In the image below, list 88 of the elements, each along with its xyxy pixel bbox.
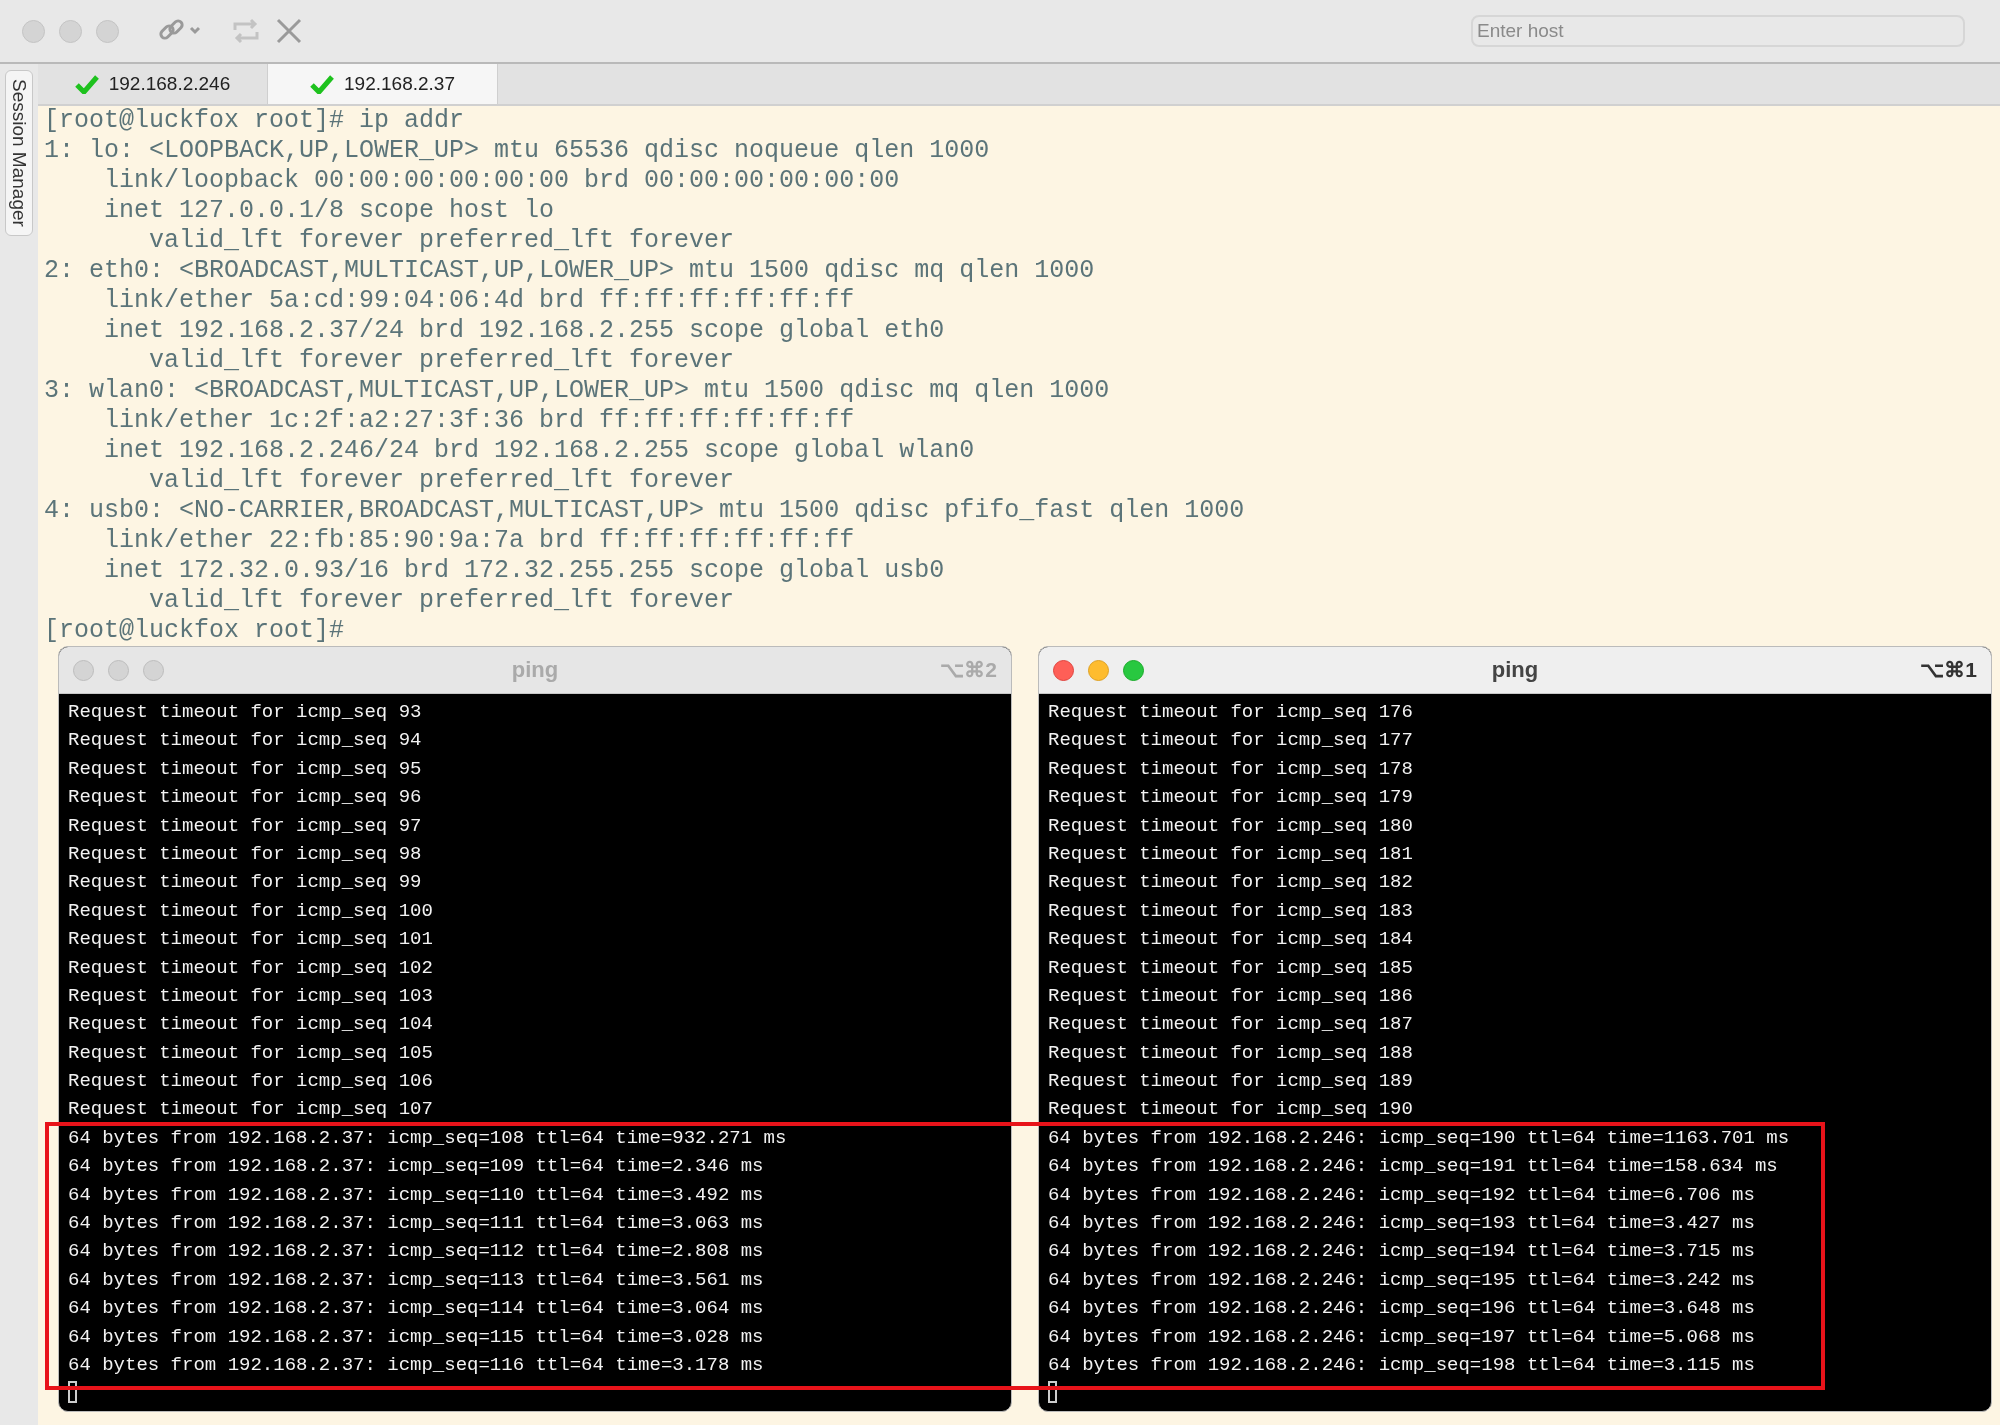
output-line: 64 bytes from 192.168.2.246: icmp_seq=197 ttl=64 time=5.068 ms	[1048, 1324, 1756, 1350]
output-line: Request timeout for icmp_seq 96	[68, 785, 423, 811]
output-line: 64 bytes from 192.168.2.246: icmp_seq=191 ttl=64 time=158.634 ms	[1048, 1154, 1779, 1180]
output-line: Request timeout for icmp_seq 107	[68, 1097, 434, 1123]
output-line: Request timeout for icmp_seq 177	[1048, 728, 1414, 754]
terminal-line: link/ether 22:fb:85:90:9a:7a brd ff:ff:ff:ff:ff:ff	[103, 526, 856, 556]
output-line: 64 bytes from 192.168.2.37: icmp_seq=115 ttl=64 time=3.028 ms	[68, 1324, 765, 1350]
terminal-line: 2: eth0: <BROADCAST,MULTICAST,UP,LOWER_UP> mtu 1500 qdisc mq qlen 1000	[44, 256, 1096, 286]
shortcut-label: ⌥⌘2	[940, 658, 997, 682]
host-field[interactable]: Enter host	[1471, 15, 1965, 47]
output-line: Request timeout for icmp_seq 190	[1048, 1097, 1414, 1123]
close-button[interactable]	[1053, 659, 1074, 681]
output-line: 64 bytes from 192.168.2.246: icmp_seq=194 ttl=64 time=3.715 ms	[1048, 1239, 1756, 1265]
output-line: 64 bytes from 192.168.2.37: icmp_seq=111 ttl=64 time=3.063 ms	[68, 1211, 765, 1237]
output-line: Request timeout for icmp_seq 179	[1048, 785, 1414, 811]
output-line: 64 bytes from 192.168.2.246: icmp_seq=190 ttl=64 time=1163.701 ms	[1048, 1125, 1791, 1151]
output-line: Request timeout for icmp_seq 178	[1048, 756, 1414, 782]
close-icon[interactable]	[275, 17, 303, 45]
minimize-button[interactable]	[1088, 659, 1109, 681]
output-line: Request timeout for icmp_seq 187	[1048, 1012, 1414, 1038]
output-line: Request timeout for icmp_seq 101	[68, 927, 434, 953]
output-line: Request timeout for icmp_seq 103	[68, 983, 434, 1009]
output-line: 64 bytes from 192.168.2.37: icmp_seq=108 ttl=64 time=932.271 ms	[68, 1125, 788, 1151]
terminal-line: valid_lft forever preferred_lft forever	[148, 346, 736, 376]
output-line: 64 bytes from 192.168.2.37: icmp_seq=113 ttl=64 time=3.561 ms	[68, 1267, 765, 1293]
output-line: 64 bytes from 192.168.2.37: icmp_seq=110 ttl=64 time=3.492 ms	[68, 1182, 765, 1208]
output-line: Request timeout for icmp_seq 182	[1048, 870, 1414, 896]
output-line: Request timeout for icmp_seq 94	[68, 728, 423, 754]
output-line: 64 bytes from 192.168.2.246: icmp_seq=195 ttl=64 time=3.242 ms	[1048, 1267, 1756, 1293]
terminal-line: link/loopback 00:00:00:00:00:00 brd 00:00:00:00:00:00	[103, 166, 901, 196]
output-line: Request timeout for icmp_seq 93	[68, 700, 423, 725]
output-line: 64 bytes from 192.168.2.37: icmp_seq=116 ttl=64 time=3.178 ms	[68, 1353, 765, 1378]
output-line: 64 bytes from 192.168.2.246: icmp_seq=192 ttl=64 time=6.706 ms	[1048, 1182, 1756, 1208]
terminal-line: 3: wlan0: <BROADCAST,MULTICAST,UP,LOWER_UP> mtu 1500 qdisc mq qlen 1000	[44, 376, 1111, 406]
output-line: Request timeout for icmp_seq 176	[1048, 700, 1414, 725]
terminal-line: inet 192.168.2.37/24 brd 192.168.2.255 scope global eth0	[103, 316, 946, 346]
window-title: ping	[1491, 657, 1539, 683]
close-button[interactable]	[73, 659, 94, 681]
terminal-line: [root@luckfox root]#	[44, 616, 346, 646]
output-line: 64 bytes from 192.168.2.246: icmp_seq=198 ttl=64 time=3.115 ms	[1048, 1353, 1756, 1378]
terminal-line: valid_lft forever preferred_lft forever	[148, 226, 736, 256]
zoom-button[interactable]	[1123, 659, 1144, 681]
repeat-icon[interactable]	[231, 16, 261, 46]
window-title: ping	[511, 657, 559, 683]
output-line: Request timeout for icmp_seq 99	[68, 870, 423, 896]
output-line: Request timeout for icmp_seq 102	[68, 955, 434, 981]
output-line: Request timeout for icmp_seq 97	[68, 813, 423, 839]
text-cursor	[68, 1381, 77, 1404]
output-line: Request timeout for icmp_seq 98	[68, 841, 423, 867]
session-tab[interactable]: 192.168.2.37	[268, 64, 498, 104]
output-line: Request timeout for icmp_seq 100	[68, 898, 434, 924]
text-cursor	[1048, 1381, 1057, 1404]
terminal-line: link/ether 5a:cd:99:04:06:4d brd ff:ff:ff:ff:ff:ff	[103, 286, 856, 316]
output-line: Request timeout for icmp_seq 188	[1048, 1040, 1414, 1066]
zoom-button[interactable]	[143, 659, 164, 681]
output-line: Request timeout for icmp_seq 186	[1048, 983, 1414, 1009]
output-line: 64 bytes from 192.168.2.246: icmp_seq=193 ttl=64 time=3.427 ms	[1048, 1211, 1756, 1237]
terminal-line: [root@luckfox root]# ip addr	[44, 106, 466, 136]
terminal-line: 4: usb0: <NO-CARRIER,BROADCAST,MULTICAST,UP> mtu 1500 qdisc pfifo_fast qlen 1000	[44, 496, 1246, 526]
output-line: Request timeout for icmp_seq 95	[68, 756, 423, 782]
terminal-line: inet 192.168.2.246/24 brd 192.168.2.255 scope global wlan0	[103, 436, 976, 466]
output-line: Request timeout for icmp_seq 183	[1048, 898, 1414, 924]
terminal-line: valid_lft forever preferred_lft forever	[148, 586, 736, 616]
output-line: Request timeout for icmp_seq 189	[1048, 1069, 1414, 1095]
output-line: 64 bytes from 192.168.2.37: icmp_seq=112 ttl=64 time=2.808 ms	[68, 1239, 765, 1265]
output-line: Request timeout for icmp_seq 104	[68, 1012, 434, 1038]
terminal-line: inet 172.32.0.93/16 brd 172.32.255.255 scope global usb0	[103, 556, 946, 586]
terminal-line: inet 127.0.0.1/8 scope host lo	[103, 196, 556, 226]
output-line: Request timeout for icmp_seq 181	[1048, 841, 1414, 867]
checkmark-icon	[74, 74, 99, 94]
terminal-line: 1: lo: <LOOPBACK,UP,LOWER_UP> mtu 65536 qdisc noqueue qlen 1000	[44, 136, 991, 166]
output-line: Request timeout for icmp_seq 185	[1048, 955, 1414, 981]
output-line: Request timeout for icmp_seq 180	[1048, 813, 1414, 839]
shortcut-label: ⌥⌘1	[1920, 658, 1977, 682]
output-line: Request timeout for icmp_seq 106	[68, 1069, 434, 1095]
output-line: 64 bytes from 192.168.2.246: icmp_seq=196 ttl=64 time=3.648 ms	[1048, 1296, 1756, 1322]
minimize-button[interactable]	[108, 659, 129, 681]
zoom-button[interactable]	[96, 19, 119, 43]
output-line: 64 bytes from 192.168.2.37: icmp_seq=109 ttl=64 time=2.346 ms	[68, 1154, 765, 1180]
output-line: 64 bytes from 192.168.2.37: icmp_seq=114 ttl=64 time=3.064 ms	[68, 1296, 765, 1322]
close-button[interactable]	[22, 19, 45, 43]
terminal-line: link/ether 1c:2f:a2:27:3f:36 brd ff:ff:ff:ff:ff:ff	[103, 406, 856, 436]
sidebar-tab[interactable]: Session Manager	[5, 70, 33, 236]
terminal-line: valid_lft forever preferred_lft forever	[148, 466, 736, 496]
output-line: Request timeout for icmp_seq 105	[68, 1040, 434, 1066]
output-line: Request timeout for icmp_seq 184	[1048, 927, 1414, 953]
checkmark-icon	[310, 74, 334, 94]
minimize-button[interactable]	[59, 19, 82, 43]
